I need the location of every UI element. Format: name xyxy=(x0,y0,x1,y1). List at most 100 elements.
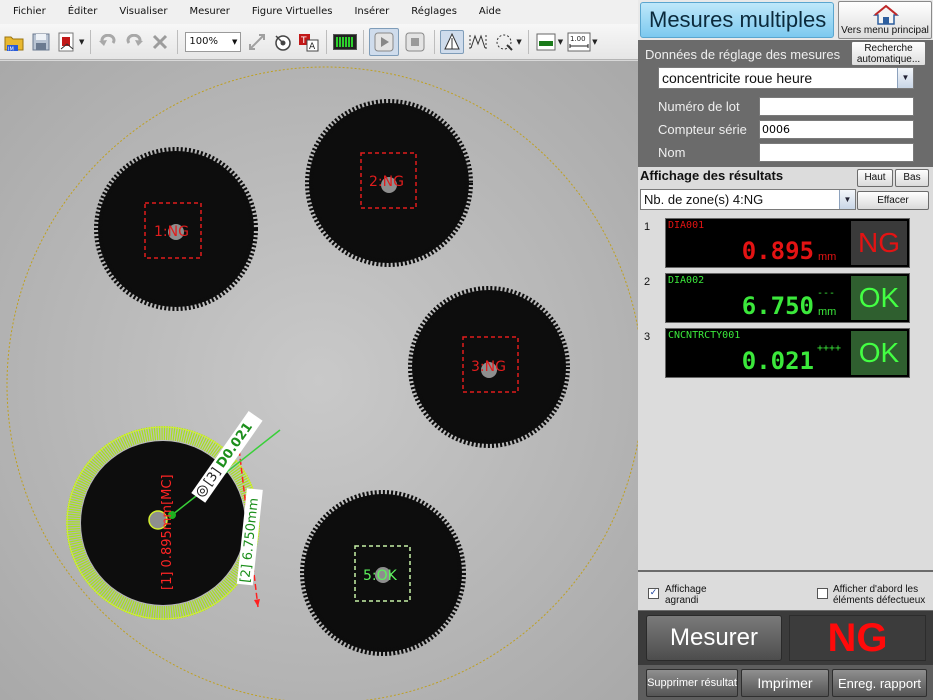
illumination-icon[interactable] xyxy=(332,30,358,54)
zone-filter-select[interactable]: Nb. de zone(s) 4:NG ▼ xyxy=(640,189,856,210)
name-input[interactable] xyxy=(759,143,914,162)
toolbar-separator xyxy=(434,29,436,54)
result-row[interactable]: 3 CNCNTRCTY001 ++++ 0.021 OK xyxy=(638,327,933,379)
result-judgement: OK xyxy=(851,276,907,320)
zoom-select[interactable]: 100% ▼ xyxy=(185,31,242,52)
settings-label: Données de réglage des mesures xyxy=(645,47,841,62)
fit-image-icon[interactable] xyxy=(245,30,269,54)
serial-counter-label: Compteur série xyxy=(658,122,747,137)
pdf-export-icon[interactable] xyxy=(55,30,79,54)
main-menu-label: Vers menu principal xyxy=(841,25,929,36)
main-menu-button[interactable]: Vers menu principal xyxy=(838,1,932,39)
area-dropdown-icon[interactable]: ▼ xyxy=(516,38,521,46)
result-name: CNCNTRCTY001 xyxy=(668,330,741,341)
zone-3-label: 3:NG xyxy=(471,359,506,375)
enlarged-display-checkbox[interactable]: ✓ xyxy=(648,588,659,599)
zone-filter-value: Nb. de zone(s) 4:NG xyxy=(644,192,764,207)
menu-editer[interactable]: Éditer xyxy=(61,0,105,24)
text-annotation-icon[interactable]: TA xyxy=(297,30,321,54)
camera-settings-icon[interactable] xyxy=(271,30,295,54)
line-width-icon[interactable] xyxy=(534,30,558,54)
delete-icon[interactable] xyxy=(148,30,172,54)
result-name: DIA001 xyxy=(668,220,705,231)
down-button[interactable]: Bas xyxy=(895,169,929,187)
zone-2-label: 2:NG xyxy=(369,174,404,190)
defective-first-label: Afficher d'abord les éléments défectueux xyxy=(833,584,926,606)
line-width-dropdown-icon[interactable]: ▼ xyxy=(558,38,563,46)
result-row[interactable]: 2 DIA002 --- 6.750 mm OK xyxy=(638,272,933,324)
result-name: DIA002 xyxy=(668,275,705,286)
pdf-dropdown-icon[interactable]: ▼ xyxy=(79,38,84,46)
global-judgement: NG xyxy=(789,615,926,661)
result-unit: mm xyxy=(818,306,837,318)
auto-search-button[interactable]: Recherche automatique... xyxy=(851,41,926,66)
dia1-overlay-label: [1] 0.895mm[MC] xyxy=(160,474,175,590)
menu-inserer[interactable]: Insérer xyxy=(347,0,396,24)
results-section: Affichage des résultats Haut Bas Nb. de … xyxy=(638,167,933,570)
zoom-value: 100% xyxy=(189,36,218,47)
display-options: ✓ Affichage agrandi Afficher d'abord les… xyxy=(638,572,933,610)
multi-edge-icon[interactable] xyxy=(466,30,490,54)
image-view[interactable]: 1:NG 2:NG 3:NG 5:OK [1] 0.895mm[MC] [2] … xyxy=(0,61,638,700)
svg-text:A: A xyxy=(309,42,316,52)
result-box: CNCNTRCTY001 ++++ 0.021 OK xyxy=(665,328,910,378)
menu-aide[interactable]: Aide xyxy=(472,0,508,24)
svg-text:IM: IM xyxy=(8,46,14,52)
menu-visualiser[interactable]: Visualiser xyxy=(112,0,174,24)
panel-header: Mesures multiples Vers menu principal xyxy=(638,0,933,40)
scale-dropdown-icon[interactable]: ▼ xyxy=(592,38,597,46)
result-number: 2 xyxy=(644,276,651,288)
scale-value: 1.00 xyxy=(570,35,586,43)
measure-area: Mesurer NG xyxy=(638,611,933,665)
measure-button[interactable]: Mesurer xyxy=(646,615,782,661)
toolbar-separator xyxy=(177,29,179,54)
toolbar-separator xyxy=(363,29,365,54)
panel-title: Mesures multiples xyxy=(640,2,834,38)
lot-number-label: Numéro de lot xyxy=(658,99,740,114)
right-panel: Mesures multiples Vers menu principal Do… xyxy=(638,0,933,700)
zone-1-label: 1:NG xyxy=(154,224,189,240)
area-select-icon[interactable] xyxy=(492,30,516,54)
scale-icon[interactable]: 1.00 xyxy=(566,30,592,54)
print-button[interactable]: Imprimer xyxy=(741,669,829,697)
menu-figure-virtuelles[interactable]: Figure Virtuelles xyxy=(245,0,340,24)
menu-fichier[interactable]: Fichier xyxy=(6,0,53,24)
serial-counter-input[interactable]: 0006 xyxy=(759,120,914,139)
result-box: DIA001 0.895 mm NG xyxy=(665,218,910,268)
result-number: 3 xyxy=(644,331,651,343)
clear-button[interactable]: Effacer xyxy=(857,191,929,210)
defective-first-checkbox[interactable] xyxy=(817,588,828,599)
setting-select-value: concentricite roue heure xyxy=(662,70,813,86)
redo-icon[interactable] xyxy=(122,30,146,54)
result-value: 0.895 xyxy=(741,237,814,265)
result-row[interactable]: 1 DIA001 0.895 mm NG xyxy=(638,217,933,269)
result-unit: mm xyxy=(818,251,837,263)
stop-icon[interactable] xyxy=(401,30,429,54)
zone-5-label: 5:OK xyxy=(363,568,398,584)
svg-text:T: T xyxy=(300,36,307,46)
delete-result-button[interactable]: Supprimer résultat xyxy=(646,669,738,697)
chevron-down-icon: ▼ xyxy=(897,68,913,88)
name-label: Nom xyxy=(658,145,686,160)
menu-reglages[interactable]: Réglages xyxy=(404,0,464,24)
result-box: DIA002 --- 6.750 mm OK xyxy=(665,273,910,323)
undo-icon[interactable] xyxy=(96,30,120,54)
setting-select[interactable]: concentricite roue heure ▼ xyxy=(658,67,914,89)
result-value: 6.750 xyxy=(741,292,814,320)
home-icon xyxy=(873,4,899,25)
results-title: Affichage des résultats xyxy=(640,168,784,183)
chevron-down-icon: ▼ xyxy=(839,190,855,209)
result-value: 0.021 xyxy=(741,347,814,375)
menu-mesurer[interactable]: Mesurer xyxy=(182,0,236,24)
up-button[interactable]: Haut xyxy=(857,169,893,187)
save-icon[interactable] xyxy=(29,30,53,54)
menu-bar: Fichier Éditer Visualiser Mesurer Figure… xyxy=(0,0,638,24)
save-report-button[interactable]: Enreg. rapport xyxy=(832,669,927,697)
open-folder-icon[interactable]: IM xyxy=(3,30,27,54)
edge-detect-icon[interactable] xyxy=(440,29,465,54)
result-tolerance-mark: --- xyxy=(817,288,836,299)
toolbar-separator xyxy=(527,29,529,54)
chevron-down-icon: ▼ xyxy=(232,37,238,46)
play-icon[interactable] xyxy=(369,27,400,56)
lot-number-input[interactable] xyxy=(759,97,914,116)
